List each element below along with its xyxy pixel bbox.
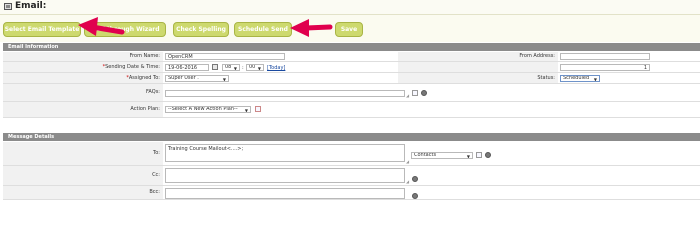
today-link[interactable]: [Today]: [267, 65, 285, 71]
clear-bcc-icon[interactable]: [412, 193, 418, 199]
unnamed-field-input[interactable]: [560, 64, 650, 71]
cc-label: Cc:: [3, 166, 163, 185]
select-email-template-button[interactable]: Select Email Template: [3, 22, 81, 37]
faqs-input[interactable]: [165, 90, 405, 97]
clear-cc-icon[interactable]: [412, 176, 418, 182]
assigned-to-value: Super User .: [168, 75, 199, 81]
action-plan-icon[interactable]: [255, 106, 261, 112]
chevron-down-icon: ▼: [466, 154, 470, 159]
resize-handle-icon[interactable]: ◢: [406, 179, 409, 184]
contacts-select-value: Contacts: [414, 152, 437, 158]
hour-value: 08: [225, 64, 232, 70]
page-title: Email:: [15, 1, 47, 11]
message-details-header: Message Details: [3, 133, 700, 141]
check-spelling-button[interactable]: Check Spelling: [173, 22, 229, 37]
action-plan-label: Action Plan:: [3, 102, 163, 117]
chevron-down-icon: ▼: [593, 77, 597, 82]
unnamed-field-label: [398, 62, 558, 72]
clear-recipient-icon[interactable]: [485, 152, 491, 158]
to-input[interactable]: Training Course Mailout<....>;: [165, 144, 405, 162]
from-address-label: From Address:: [398, 52, 558, 61]
to-label: To:: [3, 142, 163, 165]
form-row: Bcc:: [3, 186, 700, 200]
sending-date-time-label: *Sending Date & Time:: [3, 62, 163, 72]
hour-select[interactable]: 08 ▼: [222, 64, 240, 71]
title-bar: Email:: [0, 0, 700, 15]
form-row: From Name: From Address:: [3, 52, 700, 62]
bcc-label: Bcc:: [3, 186, 163, 199]
assigned-to-label-text: Assigned To:: [128, 75, 160, 81]
minute-value: 00: [249, 64, 256, 70]
chevron-down-icon: ▼: [244, 108, 248, 113]
email-information-header: Email Information: [3, 43, 700, 51]
form-row: Cc: ◢: [3, 166, 700, 186]
form-row: To: Training Course Mailout<....>; ◢ Con…: [3, 142, 700, 166]
clear-faq-icon[interactable]: [421, 90, 427, 96]
calendar-icon[interactable]: [212, 64, 218, 70]
from-address-input[interactable]: [560, 53, 650, 60]
schedule-send-button[interactable]: Schedule Send: [234, 22, 292, 37]
resize-handle-icon[interactable]: ◢: [406, 159, 409, 164]
bcc-input[interactable]: [165, 188, 405, 199]
action-plan-select[interactable]: --Select A New Action Plan-- ▼: [165, 106, 251, 113]
assigned-to-label: *Assigned To:: [3, 73, 163, 83]
action-plan-value: --Select A New Action Plan--: [168, 106, 238, 112]
status-value: Scheduled: [563, 75, 590, 81]
status-select[interactable]: Scheduled ▼: [560, 75, 600, 82]
form-row: FAQs: ◢: [3, 84, 700, 102]
contacts-select[interactable]: Contacts ▼: [411, 152, 473, 159]
status-label: Status:: [398, 73, 558, 83]
sending-date-time-label-text: Sending Date & Time:: [105, 64, 160, 70]
resize-handle-icon[interactable]: ◢: [406, 93, 409, 98]
assigned-to-select[interactable]: Super User . ▼: [165, 75, 229, 82]
minute-select[interactable]: 00 ▼: [246, 64, 264, 71]
email-window-icon: [4, 3, 12, 10]
cc-input[interactable]: [165, 168, 405, 183]
chevron-down-icon: ▼: [257, 66, 261, 71]
time-separator: :: [242, 65, 244, 71]
chevron-down-icon: ▼: [233, 66, 237, 71]
select-recipient-icon[interactable]: [476, 152, 482, 158]
faqs-label: FAQs:: [3, 84, 163, 101]
form-row: *Sending Date & Time: 08▼ : 00▼ [Today]: [3, 62, 700, 73]
form-row: Action Plan: --Select A New Action Plan-…: [3, 102, 700, 118]
form-row: *Assigned To: Super User . ▼ Status: Sche…: [3, 73, 700, 84]
from-name-label: From Name:: [3, 52, 163, 61]
toolbar: Select Email Template Walkthrough Wizard…: [0, 15, 700, 42]
chevron-down-icon: ▼: [222, 77, 226, 82]
sending-date-input[interactable]: [165, 64, 209, 71]
walkthrough-wizard-button[interactable]: Walkthrough Wizard: [84, 22, 166, 37]
from-name-input[interactable]: [165, 53, 285, 60]
save-button[interactable]: Save: [335, 22, 363, 37]
select-faq-icon[interactable]: [412, 90, 418, 96]
